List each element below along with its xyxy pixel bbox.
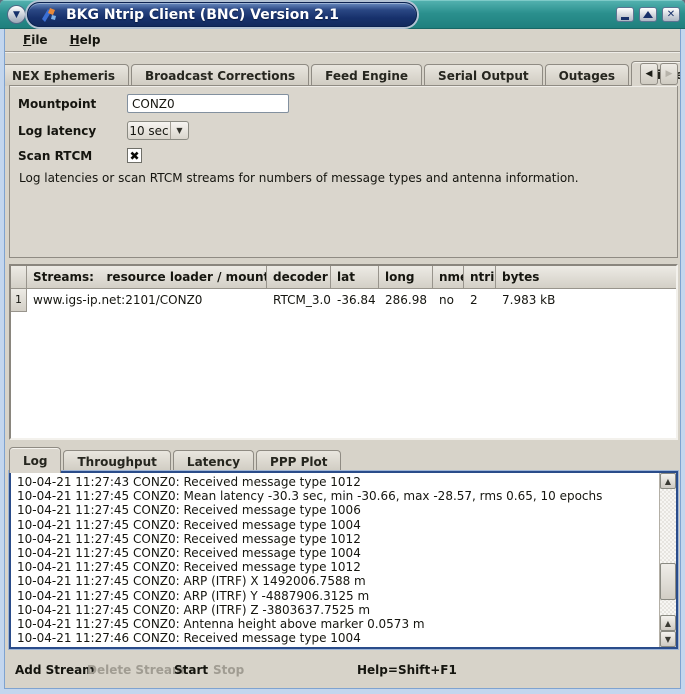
log-line: 10-04-21 11:27:45 CONZ0: Antenna height … — [17, 617, 658, 631]
table-corner-button[interactable] — [11, 266, 27, 289]
log-line: 10-04-21 11:27:45 CONZ0: Received messag… — [17, 546, 658, 560]
log-scrollbar[interactable]: ▲ ▲ ▼ — [659, 473, 676, 647]
tab-scroll-right-button[interactable]: ▶ — [660, 63, 678, 85]
log-latency-label: Log latency — [18, 124, 127, 138]
log-lines: 10-04-21 11:27:43 CONZ0: Received messag… — [11, 473, 658, 647]
cell-decoder: RTCM_3.0 — [267, 289, 331, 312]
tab-feed-engine[interactable]: Feed Engine — [311, 64, 422, 86]
minimize-button[interactable] — [616, 7, 634, 22]
start-button[interactable]: Start — [174, 663, 208, 677]
application-window: ▼ BKG Ntrip Client (BNC) Version 2.1 ✕ F… — [0, 0, 685, 694]
streams-table-header: Streams: resource loader / mountpoint de… — [11, 266, 676, 289]
stop-button: Stop — [213, 663, 244, 677]
cell-nmea: no — [433, 289, 464, 312]
miscellaneous-panel: Mountpoint Log latency 10 sec ▼ Scan RTC… — [9, 85, 678, 258]
log-line: 10-04-21 11:27:45 CONZ0: Received messag… — [17, 532, 658, 546]
window-controls: ✕ — [616, 7, 680, 22]
row-number[interactable]: 1 — [11, 289, 27, 312]
help-shortcut-hint: Help=Shift+F1 — [357, 663, 457, 677]
streams-table: Streams: resource loader / mountpoint de… — [9, 264, 678, 440]
app-icon — [40, 7, 58, 23]
maximize-icon — [643, 11, 653, 18]
menu-bar: File Help — [5, 29, 680, 52]
tab-scroll-buttons: ◀ ▶ — [640, 63, 678, 85]
col-header-streams[interactable]: Streams: resource loader / mountpoint — [27, 266, 267, 289]
menu-help[interactable]: Help — [62, 31, 109, 49]
log-line: 10-04-21 11:27:43 CONZ0: Received messag… — [17, 475, 658, 489]
tab-scroll-left-button[interactable]: ◀ — [640, 63, 658, 85]
panel-description: Log latencies or scan RTCM streams for n… — [19, 171, 579, 185]
col-header-lat[interactable]: lat — [331, 266, 379, 289]
cell-ntrip: 2 — [464, 289, 496, 312]
checkmark-icon: ✖ — [129, 150, 139, 162]
log-line: 10-04-21 11:27:45 CONZ0: Received messag… — [17, 518, 658, 532]
tab-log[interactable]: Log — [9, 447, 61, 473]
cell-lat: -36.84 — [331, 289, 379, 312]
maximize-button[interactable] — [639, 7, 657, 22]
log-line: 10-04-21 11:27:45 CONZ0: Received messag… — [17, 560, 658, 574]
log-latency-value: 10 sec — [128, 124, 170, 138]
mountpoint-label: Mountpoint — [18, 97, 127, 111]
col-header-bytes[interactable]: bytes — [496, 266, 676, 289]
action-bar: Add Stream Delete Stream Start Stop Help… — [5, 663, 680, 683]
log-output[interactable]: 10-04-21 11:27:43 CONZ0: Received messag… — [9, 471, 678, 649]
mountpoint-input[interactable] — [127, 94, 289, 113]
settings-tab-bar: NEX Ephemeris Broadcast Corrections Feed… — [5, 60, 680, 86]
scroll-up-button[interactable]: ▲ — [660, 473, 676, 489]
window-menu-button[interactable]: ▼ — [7, 5, 26, 24]
chevron-down-icon: ▼ — [170, 122, 188, 139]
cell-resource: www.igs-ip.net:2101/CONZ0 — [27, 289, 267, 312]
log-line: 10-04-21 11:27:45 CONZ0: Mean latency -3… — [17, 489, 658, 503]
log-latency-row: Log latency 10 sec ▼ — [18, 121, 189, 140]
arrow-up-icon: ▲ — [665, 619, 671, 628]
chevron-right-icon: ▶ — [666, 69, 673, 79]
output-tab-bar: Log Throughput Latency PPP Plot — [9, 448, 678, 472]
minimize-icon — [621, 17, 629, 20]
chevron-left-icon: ◀ — [646, 69, 653, 79]
tab-rinex-ephemeris[interactable]: NEX Ephemeris — [5, 64, 129, 86]
log-line: 10-04-21 11:27:46 CONZ0: Received messag… — [17, 631, 658, 645]
scan-rtcm-row: Scan RTCM ✖ — [18, 148, 142, 163]
tab-latency[interactable]: Latency — [173, 450, 254, 472]
scan-rtcm-checkbox[interactable]: ✖ — [127, 148, 142, 163]
log-line: 10-04-21 11:27:45 CONZ0: ARP (ITRF) X 14… — [17, 574, 658, 588]
log-latency-select[interactable]: 10 sec ▼ — [127, 121, 189, 140]
close-button[interactable]: ✕ — [662, 7, 680, 22]
log-line: 10-04-21 11:27:45 CONZ0: ARP (ITRF) Y -4… — [17, 589, 658, 603]
tab-ppp-plot[interactable]: PPP Plot — [256, 450, 341, 472]
scroll-up-button-bottom[interactable]: ▲ — [660, 615, 676, 631]
log-line: 10-04-21 11:27:45 CONZ0: Received messag… — [17, 503, 658, 517]
close-icon: ✕ — [667, 10, 675, 20]
col-header-nmea[interactable]: nmea — [433, 266, 464, 289]
delete-stream-button: Delete Stream — [87, 663, 184, 677]
cell-bytes: 7.983 kB — [496, 289, 676, 312]
title-bar[interactable]: ▼ BKG Ntrip Client (BNC) Version 2.1 ✕ — [0, 0, 685, 29]
add-stream-button[interactable]: Add Stream — [15, 663, 95, 677]
menu-file[interactable]: File — [15, 31, 56, 49]
col-header-ntrip[interactable]: ntrip — [464, 266, 496, 289]
tab-throughput[interactable]: Throughput — [63, 450, 170, 472]
table-row[interactable]: 1 www.igs-ip.net:2101/CONZ0 RTCM_3.0 -36… — [11, 289, 676, 312]
arrow-down-icon: ▼ — [665, 635, 671, 644]
tab-broadcast-corrections[interactable]: Broadcast Corrections — [131, 64, 309, 86]
arrow-up-icon: ▲ — [665, 477, 671, 486]
window-menu-arrow-icon: ▼ — [13, 10, 20, 20]
scrollbar-thumb[interactable] — [660, 563, 676, 600]
tab-outages[interactable]: Outages — [545, 64, 629, 86]
scan-rtcm-label: Scan RTCM — [18, 149, 127, 163]
title-pill: BKG Ntrip Client (BNC) Version 2.1 — [27, 2, 417, 27]
scroll-down-button[interactable]: ▼ — [660, 631, 676, 647]
col-header-decoder[interactable]: decoder — [267, 266, 331, 289]
window-title: BKG Ntrip Client (BNC) Version 2.1 — [66, 7, 339, 23]
mountpoint-row: Mountpoint — [18, 94, 289, 113]
cell-long: 286.98 — [379, 289, 433, 312]
log-line: 10-04-21 11:27:45 CONZ0: ARP (ITRF) Z -3… — [17, 603, 658, 617]
col-header-long[interactable]: long — [379, 266, 433, 289]
client-area: File Help NEX Ephemeris Broadcast Correc… — [4, 29, 681, 689]
tab-serial-output[interactable]: Serial Output — [424, 64, 543, 86]
